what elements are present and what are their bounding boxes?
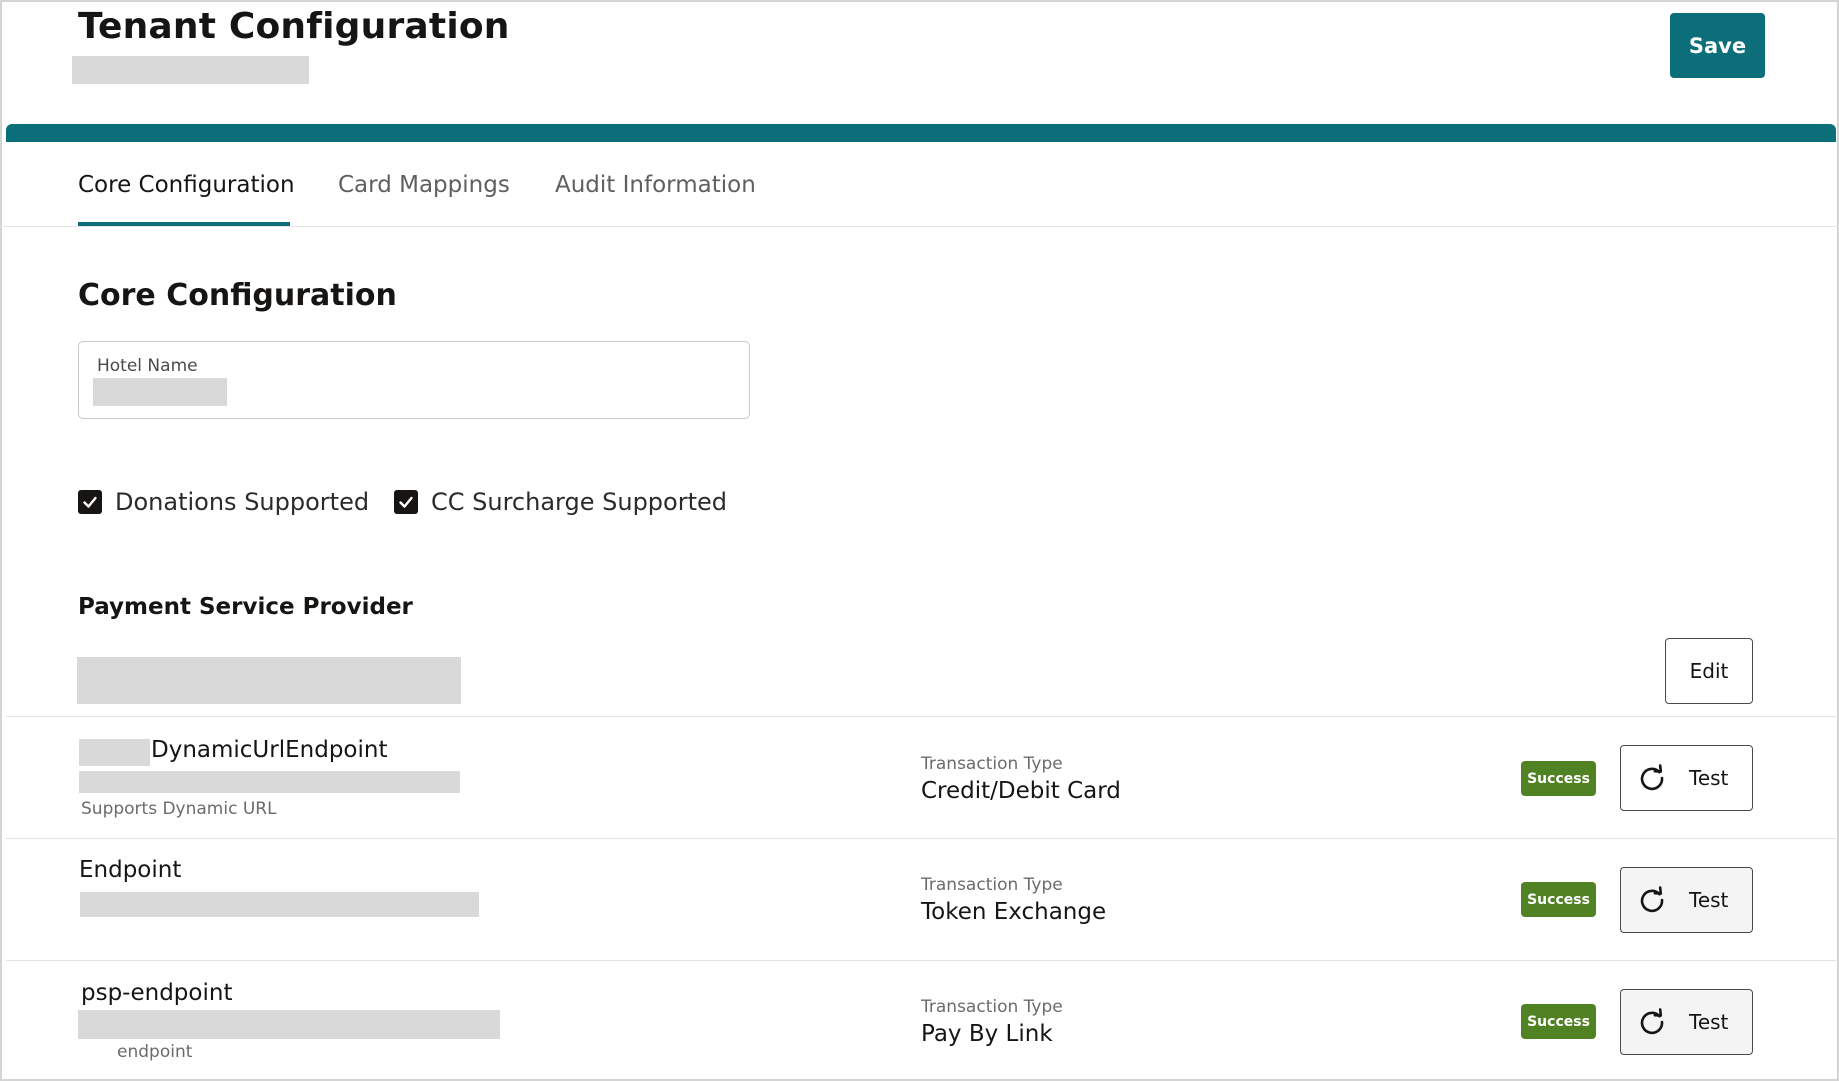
test-button[interactable]: Test (1620, 745, 1753, 811)
redacted-subtitle (72, 56, 309, 84)
test-button[interactable]: Test (1620, 989, 1753, 1055)
redacted-psp-name (77, 657, 461, 704)
endpoint-description: endpoint (117, 1042, 193, 1062)
active-tab-indicator (78, 222, 290, 226)
hotel-name-field[interactable]: Hotel Name (78, 341, 750, 419)
redacted-endpoint-url (79, 771, 460, 793)
redacted-endpoint-prefix (79, 739, 150, 766)
cc-surcharge-supported-checkbox[interactable]: CC Surcharge Supported (394, 488, 727, 516)
tab-core-configuration[interactable]: Core Configuration (78, 172, 295, 198)
section-title: Core Configuration (78, 278, 397, 313)
save-button[interactable]: Save (1670, 13, 1765, 78)
redacted-hotel-name (93, 378, 227, 406)
checkmark-icon (394, 490, 418, 514)
transaction-type-label: Transaction Type (921, 997, 1063, 1017)
tab-card-mappings[interactable]: Card Mappings (338, 172, 510, 198)
row-divider (6, 838, 1836, 839)
status-badge: Success (1521, 761, 1596, 796)
edit-button[interactable]: Edit (1665, 638, 1753, 704)
status-badge: Success (1521, 1004, 1596, 1039)
transaction-type-label: Transaction Type (921, 875, 1063, 895)
page-title: Tenant Configuration (78, 6, 510, 47)
accent-bar (6, 124, 1836, 142)
refresh-icon (1637, 885, 1667, 915)
test-button-label: Test (1689, 1010, 1729, 1034)
transaction-type-label: Transaction Type (921, 754, 1063, 774)
transaction-type-value: Credit/Debit Card (921, 778, 1121, 804)
tab-audit-information[interactable]: Audit Information (555, 172, 756, 198)
endpoint-description: Supports Dynamic URL (81, 799, 277, 819)
endpoint-name: DynamicUrlEndpoint (151, 737, 388, 763)
status-badge: Success (1521, 882, 1596, 917)
tab-bar: Core Configuration Card Mappings Audit I… (0, 142, 1839, 227)
endpoint-name: psp-endpoint (81, 980, 233, 1006)
test-button-label: Test (1689, 888, 1729, 912)
row-divider (6, 716, 1836, 717)
test-button[interactable]: Test (1620, 867, 1753, 933)
psp-title: Payment Service Provider (78, 594, 413, 620)
refresh-icon (1637, 1007, 1667, 1037)
transaction-type-value: Token Exchange (921, 899, 1107, 925)
transaction-type-value: Pay By Link (921, 1021, 1053, 1047)
redacted-endpoint-url (80, 892, 479, 917)
hotel-name-label: Hotel Name (97, 356, 198, 376)
donations-supported-label: Donations Supported (115, 488, 370, 516)
row-divider (6, 960, 1836, 961)
donations-supported-checkbox[interactable]: Donations Supported (78, 488, 369, 516)
cc-surcharge-supported-label: CC Surcharge Supported (431, 488, 727, 516)
refresh-icon (1637, 763, 1667, 793)
endpoint-name: Endpoint (79, 857, 182, 883)
test-button-label: Test (1689, 766, 1729, 790)
checkmark-icon (78, 490, 102, 514)
redacted-endpoint-url (78, 1010, 500, 1039)
